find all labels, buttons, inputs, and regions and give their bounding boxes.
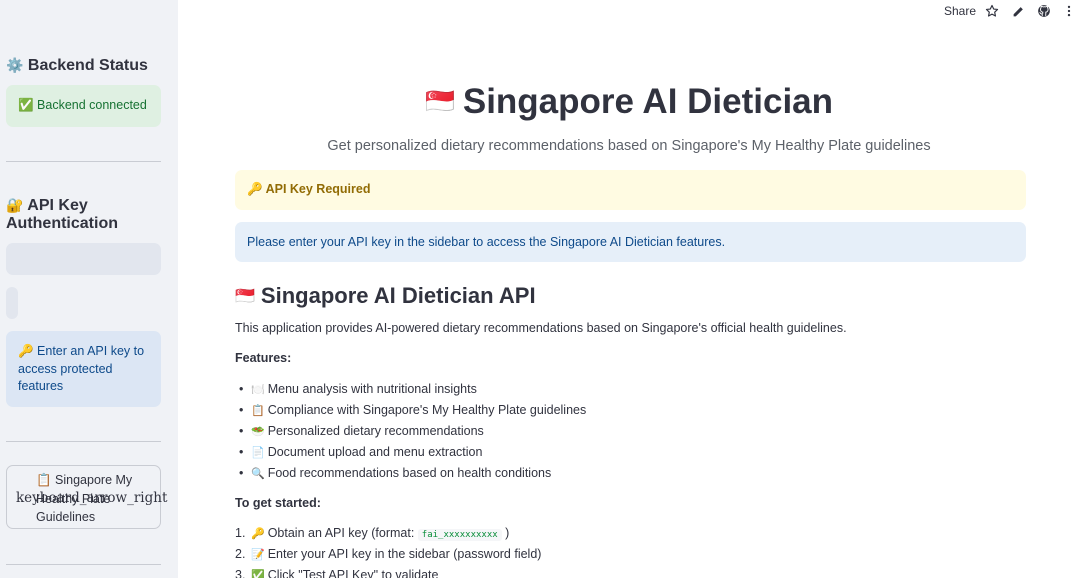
list-item: 📄Document upload and menu extraction [235, 444, 586, 465]
api-key-input[interactable] [6, 243, 161, 275]
list-item: 🔍Food recommendations based on health co… [235, 465, 586, 486]
api-key-format-code: fai_xxxxxxxxxx [417, 529, 502, 541]
plate-icon: 🍽️ [251, 384, 265, 396]
gear-icon: ⚙️ [6, 57, 24, 73]
singapore-flag-icon: 🇸🇬 [424, 88, 455, 115]
api-key-heading: 🔐 API Key Authentication [6, 196, 156, 233]
api-key-info-box: 🔑 Enter an API key to access protected f… [6, 331, 161, 407]
features-list: 🍽️Menu analysis with nutritional insight… [235, 381, 586, 486]
main-content: 🇸🇬 Singapore AI Dietician Get personalize… [178, 0, 1080, 578]
sidebar-divider [6, 161, 161, 162]
list-item-text: Enter your API key in the sidebar (passw… [267, 547, 542, 561]
list-item: 📋Compliance with Singapore's My Healthy … [235, 402, 586, 423]
guidelines-expander[interactable]: 📋 Singapore My Healthy Plate Guidelines … [6, 465, 167, 529]
step-number: 2. [235, 547, 246, 561]
backend-status-heading: ⚙️ Backend Status [6, 56, 148, 75]
singapore-flag-icon: 🇸🇬 [235, 288, 255, 305]
list-item-text: Compliance with Singapore's My Healthy P… [267, 403, 587, 417]
backend-status-badge: ✅ Backend connected [6, 85, 161, 127]
list-item-text: Menu analysis with nutritional insights [267, 382, 477, 396]
document-icon: 📄 [251, 447, 265, 459]
backend-status-heading-text: Backend Status [27, 57, 148, 74]
list-item-text: Click "Test API Key" to validate [267, 568, 439, 578]
chevron-right-icon: keyboard_arrow_right [16, 490, 168, 506]
clipboard-icon: 📋 [251, 405, 265, 417]
list-item: 2. 📝 Enter your API key in the sidebar (pa… [235, 546, 541, 567]
test-api-key-button[interactable] [6, 287, 18, 319]
page-title-text: Singapore AI Dietician [462, 82, 834, 121]
salad-icon: 🥗 [251, 426, 265, 438]
list-item-suffix: ) [505, 526, 510, 540]
app-root: ⚙️ Backend Status ✅ Backend connected 🔐 … [0, 0, 1080, 578]
list-item-text: Food recommendations based on health con… [267, 466, 552, 480]
list-item: 1. 🔑 Obtain an API key (format: fai_xxxxxx… [235, 525, 541, 546]
page-title: 🇸🇬 Singapore AI Dietician [178, 82, 1080, 122]
list-item: 3. ✅ Click "Test API Key" to validate [235, 567, 541, 578]
api-key-heading-text: API Key Authentication [6, 197, 118, 232]
list-item-text: Personalized dietary recommendations [267, 424, 484, 438]
api-key-info-message: Please enter your API key in the sidebar… [235, 222, 1026, 262]
list-item-text: Document upload and menu extraction [267, 445, 483, 459]
api-key-warning: 🔑 API Key Required [235, 170, 1026, 210]
features-heading: Features: [235, 351, 292, 365]
sidebar: ⚙️ Backend Status ✅ Backend connected 🔐 … [0, 0, 178, 578]
sidebar-divider [6, 564, 161, 565]
memo-icon: 📝 [251, 549, 265, 561]
step-number: 1. [235, 526, 246, 540]
section-title: 🇸🇬 Singapore AI Dietician API [235, 283, 536, 309]
steps-list: 1. 🔑 Obtain an API key (format: fai_xxxxxx… [235, 525, 541, 578]
list-item: 🥗Personalized dietary recommendations [235, 423, 586, 444]
intro-paragraph: This application provides AI-powered die… [235, 321, 847, 335]
sidebar-divider [6, 441, 161, 442]
key-icon: 🔑 [251, 528, 265, 540]
step-number: 3. [235, 568, 246, 578]
getting-started-heading: To get started: [235, 496, 321, 510]
check-icon: ✅ [251, 570, 265, 578]
page-subtitle: Get personalized dietary recommendations… [327, 138, 931, 154]
list-item-text: Obtain an API key (format: [267, 526, 415, 540]
magnifier-icon: 🔍 [251, 468, 265, 480]
list-item: 🍽️Menu analysis with nutritional insight… [235, 381, 586, 402]
section-title-text: Singapore AI Dietician API [260, 283, 536, 308]
lock-key-icon: 🔐 [6, 197, 24, 213]
